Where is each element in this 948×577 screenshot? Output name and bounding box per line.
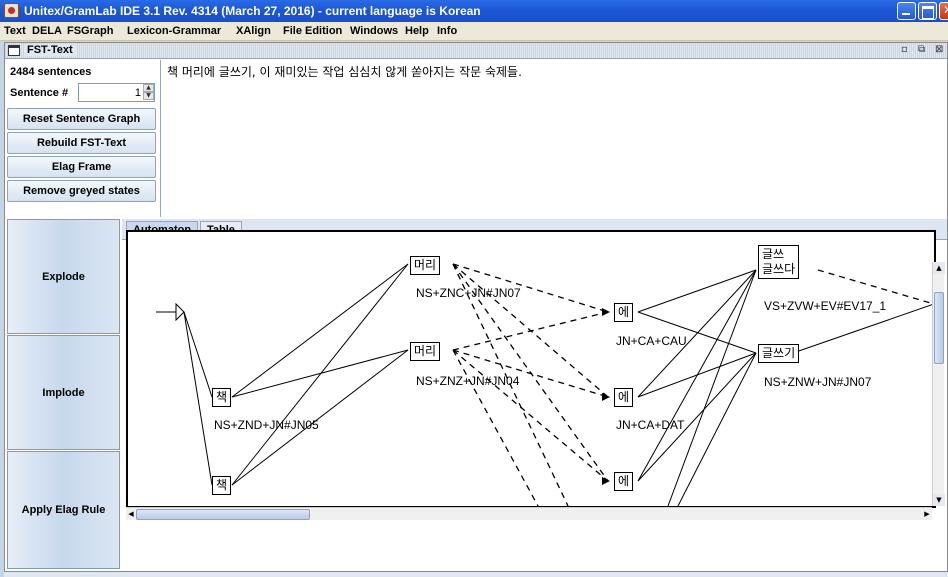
graph-box-geulsseu[interactable]: 글쓰 글쓰다	[758, 245, 800, 279]
menu-info[interactable]: Info	[437, 25, 457, 37]
graph-horizontal-scrollbar[interactable]: ◀ ▶	[126, 507, 932, 520]
frame-title-bar: FST-Text ▫ ⧉ ⊠	[5, 43, 947, 59]
explode-button[interactable]: Explode	[7, 219, 120, 334]
graph-box-chaek-bottom[interactable]: 책	[212, 476, 232, 495]
rebuild-fst-text-button[interactable]: Rebuild FST-Text	[7, 132, 156, 154]
graph-label-geulsseugi: NS+ZNW+JN#JN07	[764, 375, 872, 389]
menu-fsgraph[interactable]: FSGraph	[67, 25, 113, 37]
graph-box-e-2[interactable]: 에	[614, 388, 634, 407]
graph-box-meori-bottom[interactable]: 머리	[410, 342, 441, 361]
graph-label-e-2: JN+CA+DAT	[616, 418, 685, 432]
graph-label-geulsseu: VS+ZVW+EV#EV17_1	[764, 299, 887, 313]
sentence-label: Sentence #	[10, 87, 69, 99]
graph-box-geulsseu-line1: 글쓰	[762, 247, 785, 261]
sentence-text-area[interactable]: 책 머리에 글쓰기, 이 재미있는 작업 심심치 않게 쏟아지는 작문 숙제들.	[160, 60, 947, 217]
maximize-button[interactable]	[918, 2, 937, 20]
spin-up-icon[interactable]: ▲	[143, 84, 154, 92]
minimize-button[interactable]	[897, 2, 916, 20]
graph-box-e-3[interactable]: 에	[614, 472, 634, 491]
menu-help[interactable]: Help	[405, 25, 429, 37]
menu-windows[interactable]: Windows	[350, 25, 398, 37]
graph-vertical-scrollbar[interactable]: ▲ ▼	[932, 262, 945, 506]
frame-title: FST-Text	[24, 44, 76, 56]
vertical-scroll-thumb[interactable]	[934, 292, 944, 364]
menu-xalign[interactable]: XAlign	[236, 25, 271, 37]
sentence-count: 2484 sentences	[10, 66, 92, 78]
scroll-left-icon[interactable]: ◀	[126, 508, 136, 521]
scroll-up-icon[interactable]: ▲	[933, 262, 945, 274]
frame-close-icon[interactable]: ⊠	[935, 44, 943, 55]
menu-lexicon-grammar[interactable]: Lexicon-Grammar	[127, 25, 221, 37]
horizontal-scroll-thumb[interactable]	[136, 509, 310, 520]
menu-bar: Text DELA FSGraph Lexicon-Grammar XAlign…	[0, 22, 948, 41]
title-bar: Unitex/GramLab IDE 3.1 Rev. 4314 (March …	[0, 0, 948, 22]
spin-down-icon[interactable]: ▼	[143, 92, 154, 100]
remove-greyed-states-button[interactable]: Remove greyed states	[7, 180, 156, 202]
graph-label-e-1: JN+CA+CAU	[616, 334, 687, 348]
implode-button[interactable]: Implode	[7, 335, 120, 450]
scroll-right-icon[interactable]: ▶	[922, 508, 932, 521]
sentence-number-spinner[interactable]: ▲ ▼	[78, 83, 155, 102]
scroll-down-icon[interactable]: ▼	[933, 494, 945, 506]
sentence-text: 책 머리에 글쓰기, 이 재미있는 작업 심심치 않게 쏟아지는 작문 숙제들.	[167, 65, 522, 79]
window-title: Unitex/GramLab IDE 3.1 Rev. 4314 (March …	[24, 4, 481, 18]
elag-frame-button[interactable]: Elag Frame	[7, 156, 156, 178]
frame-minimize-icon[interactable]: ▫	[901, 44, 908, 55]
reset-sentence-graph-button[interactable]: Reset Sentence Graph	[7, 108, 156, 130]
graph-box-geulsseu-line2: 글쓰다	[762, 262, 796, 276]
apply-elag-rule-button[interactable]: Apply Elag Rule	[7, 451, 120, 569]
graph-box-geulsseugi[interactable]: 글쓰기	[758, 344, 800, 363]
bottom-status-strip	[4, 572, 948, 577]
sentence-number-input[interactable]	[79, 84, 143, 101]
graph-label-chaek: NS+ZND+JN#JN05	[214, 418, 319, 432]
app-icon	[4, 3, 19, 18]
menu-file-edition[interactable]: File Edition	[283, 25, 342, 37]
frame-icon	[8, 45, 20, 56]
graph-edges	[156, 263, 934, 506]
frame-maximize-icon[interactable]: ⧉	[918, 44, 925, 55]
graph-label-meori-top: NS+ZNC+JN#JN07	[416, 286, 521, 300]
menu-text[interactable]: Text	[4, 25, 26, 37]
graph-box-meori-top[interactable]: 머리	[410, 256, 441, 275]
graph-label-meori-bottom: NS+ZNZ+JN#JN04	[416, 374, 520, 388]
graph-box-e-1[interactable]: 에	[614, 303, 634, 322]
menu-dela[interactable]: DELA	[32, 25, 62, 37]
graph-box-chaek-top[interactable]: 책	[212, 388, 232, 407]
close-button[interactable]	[939, 2, 948, 20]
automaton-graph[interactable]: 책 책 머리 머리 에 에 에 글쓰 글쓰다 글쓰기 NS+ZNC+JN#JN0…	[126, 230, 936, 508]
